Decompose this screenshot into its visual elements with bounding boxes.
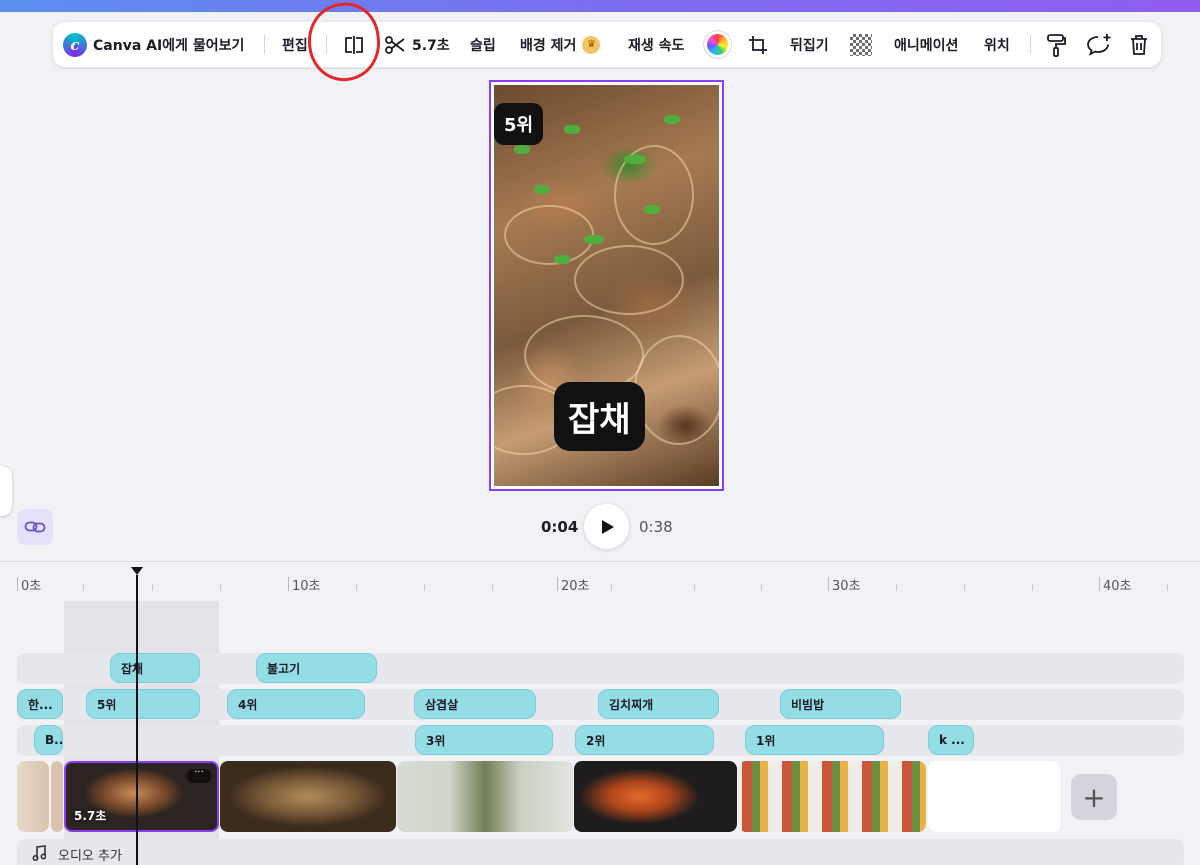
side-panel-handle[interactable] — [0, 466, 12, 516]
play-button[interactable] — [584, 504, 629, 549]
timeline-text-chip[interactable]: 잡채 — [110, 653, 200, 683]
current-time: 0:04 — [541, 518, 579, 536]
position-label: 위치 — [984, 37, 1010, 54]
bg-remove-label: 배경 제거 — [520, 37, 577, 54]
timeline-text-chip[interactable]: 4위 — [227, 689, 365, 719]
timeline-text-chip[interactable]: k ... — [928, 725, 974, 755]
clip-more-menu[interactable]: ··· — [187, 768, 211, 783]
video-clip-blank[interactable] — [928, 761, 1060, 832]
comment-add-icon — [1087, 33, 1111, 56]
background-remover-button[interactable]: 배경 제거 ♛ — [520, 22, 601, 67]
ruler-label: 20초 — [561, 579, 590, 594]
clip-duration: 5.7초 — [74, 809, 107, 823]
paint-roller-icon — [1047, 33, 1066, 57]
crown-icon: ♛ — [582, 35, 601, 54]
transparency-icon — [850, 33, 872, 56]
play-icon — [601, 519, 614, 534]
trash-icon — [1131, 34, 1147, 55]
design-canvas-frame[interactable]: 5위 잡채 — [489, 80, 724, 491]
delete-button[interactable] — [1128, 22, 1150, 67]
plus-icon: + — [1082, 780, 1106, 814]
annotation-circle — [302, 0, 386, 86]
video-clip[interactable] — [397, 761, 573, 832]
duration-button[interactable]: 5.7초 — [384, 22, 450, 67]
timeline-text-chip[interactable]: 김치찌개 — [598, 689, 719, 719]
animate-button[interactable]: 애니메이션 — [894, 22, 958, 67]
timeline-text-chip[interactable]: B... — [34, 725, 63, 755]
timeline-text-chip[interactable]: 불고기 — [256, 653, 377, 683]
animation-label: 애니메이션 — [894, 37, 959, 54]
video-clip[interactable] — [51, 761, 63, 832]
link-clips-button[interactable] — [17, 509, 53, 545]
top-header-strip — [0, 0, 1200, 12]
ruler-label: 30초 — [832, 579, 861, 594]
video-clip[interactable] — [738, 761, 926, 832]
copy-style-button[interactable] — [1045, 22, 1067, 67]
playhead-handle[interactable] — [131, 567, 143, 575]
video-clip[interactable] — [17, 761, 49, 832]
link-icon — [24, 521, 46, 533]
timeline-text-chip[interactable]: 2위 — [575, 725, 714, 755]
divider — [0, 561, 1200, 562]
color-wheel-icon — [704, 31, 731, 58]
position-button[interactable]: 위치 — [984, 22, 1010, 67]
edit-button[interactable]: 편집 — [282, 22, 308, 67]
canva-ai-label: Canva AI에게 물어보기 — [93, 37, 245, 54]
toolbar-divider — [264, 35, 265, 54]
scissors-icon — [385, 35, 405, 54]
canva-logo-icon: c — [63, 32, 87, 57]
add-audio-label[interactable]: 오디오 추가 — [58, 845, 122, 864]
timeline-text-chip[interactable]: 비빔밥 — [780, 689, 901, 719]
video-clip[interactable] — [220, 761, 396, 832]
japchae-photo: 5위 잡채 — [494, 85, 719, 486]
playback-speed-button[interactable]: 재생 속도 — [628, 22, 684, 67]
timeline-text-chip[interactable]: 1위 — [745, 725, 884, 755]
add-comment-button[interactable] — [1086, 22, 1112, 67]
total-time: 0:38 — [639, 518, 673, 536]
audio-track[interactable] — [17, 839, 1184, 865]
timeline-text-chip[interactable]: 5위 — [86, 689, 200, 719]
flip-label: 뒤집기 — [790, 37, 829, 54]
ruler-label: 40초 — [1103, 579, 1132, 594]
color-adjust-button[interactable] — [704, 22, 731, 67]
toolbar-divider — [1030, 35, 1031, 54]
playhead[interactable] — [136, 575, 138, 865]
video-clip[interactable] — [574, 761, 737, 832]
dish-name-badge[interactable]: 잡채 — [554, 382, 645, 451]
add-clip-button[interactable]: + — [1071, 774, 1117, 820]
flip-button[interactable]: 뒤집기 — [790, 22, 829, 67]
timeline-text-chip[interactable]: 삼겹살 — [414, 689, 536, 719]
music-note-icon — [32, 845, 46, 861]
canva-ai-button[interactable]: c Canva AI에게 물어보기 — [63, 22, 244, 67]
rank-badge[interactable]: 5위 — [494, 103, 544, 145]
video-clip-selected[interactable]: ··· 5.7초 — [64, 761, 219, 832]
slip-label: 슬립 — [470, 37, 496, 54]
transparency-button[interactable] — [850, 22, 872, 67]
ruler-label: 0초 — [21, 579, 42, 594]
timeline-text-chip[interactable]: 3위 — [415, 725, 553, 755]
edit-label: 편집 — [282, 37, 308, 54]
speed-label: 재생 속도 — [628, 37, 685, 54]
context-toolbar: c Canva AI에게 물어보기 편집 5.7초 슬립 배경 제거 ♛ 재생 … — [53, 22, 1161, 67]
timeline-text-chip[interactable]: 한... — [17, 689, 63, 719]
crop-button[interactable] — [747, 22, 769, 67]
duration-label: 5.7초 — [412, 37, 450, 54]
slip-button[interactable]: 슬립 — [470, 22, 496, 67]
ruler-label: 10초 — [292, 579, 321, 594]
crop-icon — [749, 35, 767, 54]
